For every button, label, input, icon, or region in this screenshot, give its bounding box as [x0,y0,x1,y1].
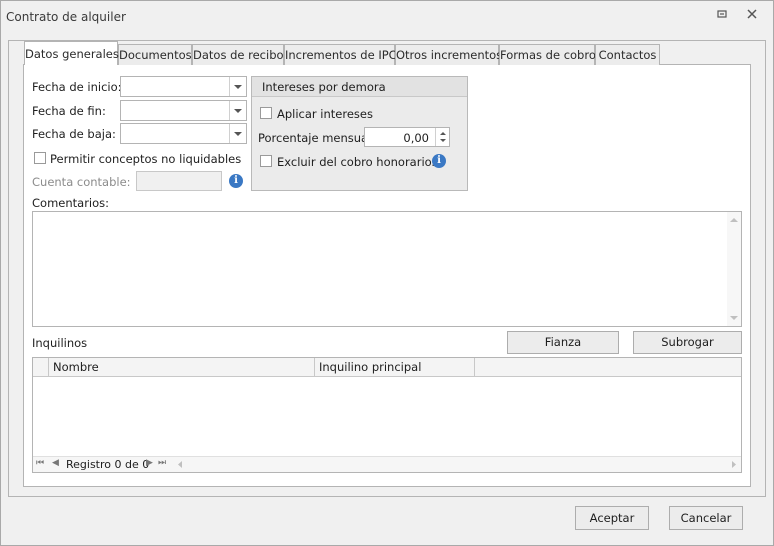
intereses-header-label: Intereses por demora [262,80,386,94]
close-icon[interactable] [744,8,760,24]
info-icon[interactable]: i [432,154,446,168]
porcentaje-value[interactable]: 0,00 [403,131,429,145]
inquilinos-label: Inquilinos [32,336,88,350]
fianza-button[interactable]: Fianza [507,331,619,354]
tab-datos-de-recibo[interactable]: Datos de recibo [192,44,284,65]
chevron-down-icon[interactable] [229,124,246,143]
column-header-nombre[interactable]: Nombre [49,358,315,377]
tab-otros-incrementos[interactable]: Otros incrementos [395,44,502,65]
restore-icon[interactable] [714,8,730,24]
tab-formas-de-cobro[interactable]: Formas de cobro [499,44,596,65]
tab-datos-generales[interactable]: Datos generales [24,41,119,65]
tab-documentos[interactable]: Documentos [118,44,192,65]
column-header-inquilino-principal[interactable]: Inquilino principal [315,358,475,377]
fecha-baja-label: Fecha de baja: [32,127,116,141]
tab-contactos[interactable]: Contactos [595,44,660,65]
next-record-icon[interactable]: ▶ [146,458,153,468]
aplicar-intereses-label: Aplicar intereses [277,107,373,121]
chevron-down-icon[interactable] [229,101,246,120]
window-title: Contrato de alquiler [6,10,126,24]
chevron-down-icon[interactable] [229,77,246,96]
aceptar-button[interactable]: Aceptar [575,506,649,530]
comentarios-label: Comentarios: [32,196,110,210]
permitir-label: Permitir conceptos no liquidables [50,152,242,166]
tab-incrementos-ipc[interactable]: Incrementos de IPC [284,44,397,65]
cancelar-button[interactable]: Cancelar [669,506,743,530]
comentarios-scrollbar[interactable] [727,212,741,326]
cuenta-contable-label: Cuenta contable: [32,175,131,189]
spin-buttons[interactable] [435,128,449,146]
permitir-checkbox[interactable] [34,152,46,164]
fecha-inicio-label: Fecha de inicio: [32,80,122,94]
subrogar-button[interactable]: Subrogar [633,331,742,354]
row-indicator-header [33,358,49,377]
comentarios-textarea[interactable] [32,211,742,327]
fecha-baja-field[interactable] [120,123,247,144]
first-record-icon[interactable]: ⏮ [36,458,44,468]
fecha-fin-field[interactable] [120,100,247,121]
porcentaje-stepper[interactable]: 0,00 [364,127,450,147]
excluir-checkbox[interactable] [260,155,272,167]
grid-hscrollbar[interactable] [176,459,738,470]
aplicar-intereses-checkbox[interactable] [260,107,272,119]
prev-record-icon[interactable]: ◀ [52,458,59,468]
cuenta-contable-field [136,171,222,191]
excluir-label: Excluir del cobro honorarios [277,155,438,169]
last-record-icon[interactable]: ⏭ [158,458,166,468]
porcentaje-label: Porcentaje mensual: [258,131,376,145]
fecha-inicio-field[interactable] [120,76,247,97]
record-counter: Registro 0 de 0 [66,458,150,471]
info-icon[interactable]: i [229,174,243,188]
fecha-fin-label: Fecha de fin: [32,104,106,118]
